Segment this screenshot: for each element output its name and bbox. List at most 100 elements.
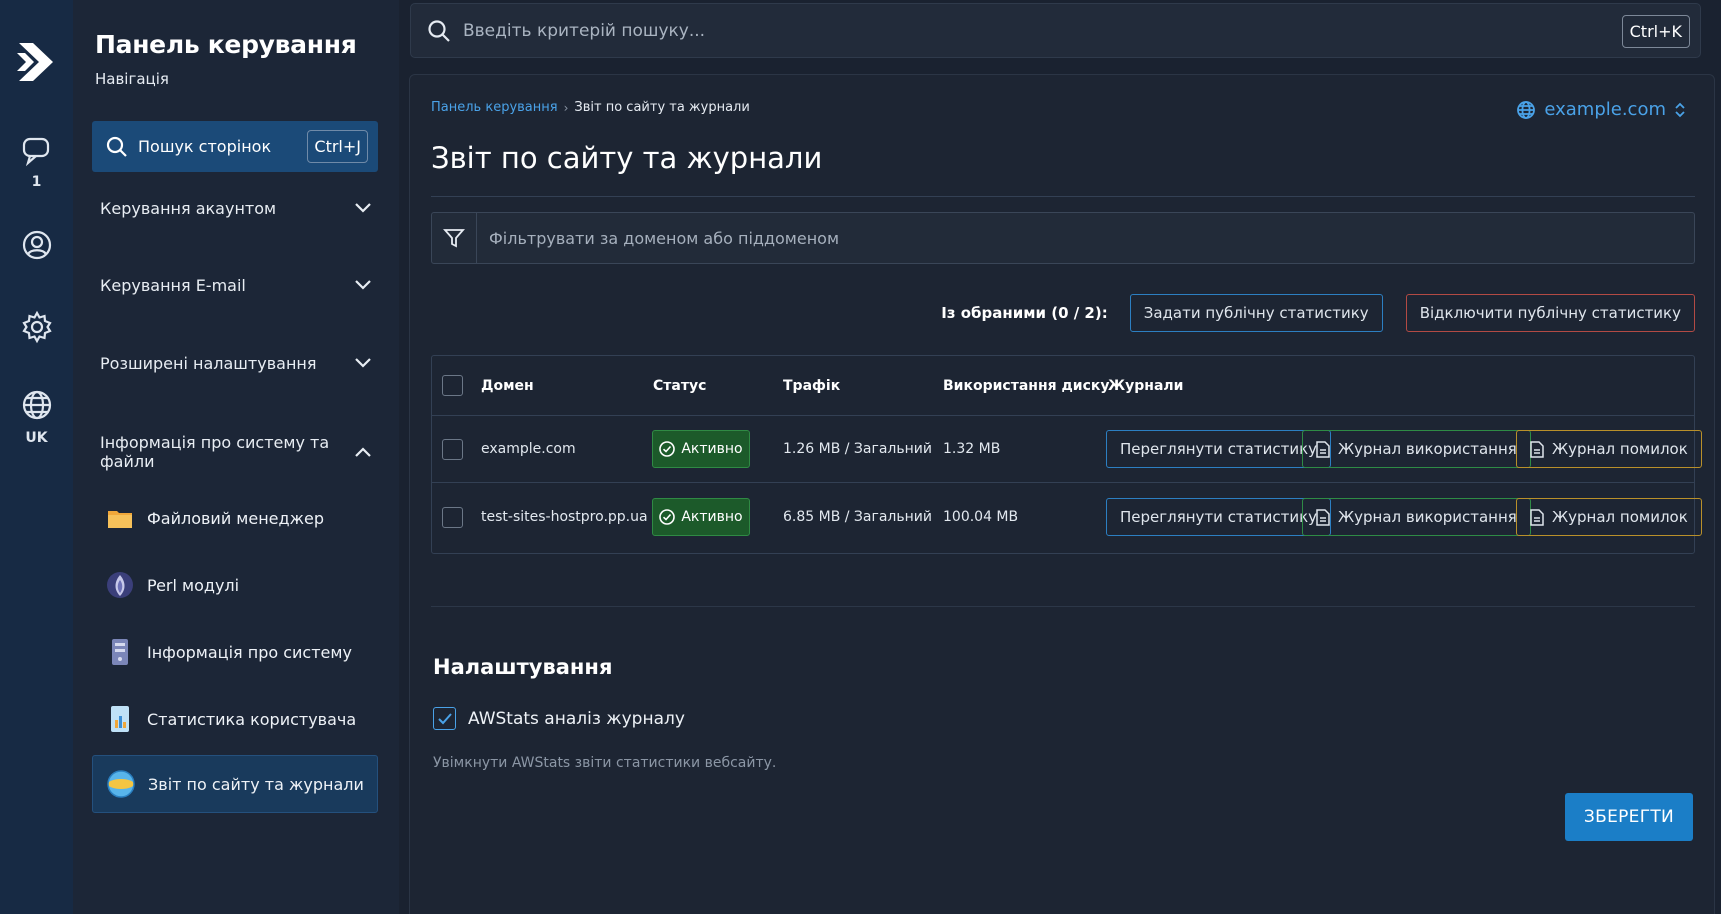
sidebar-group-label: Інформація про систему та файли [100, 433, 330, 471]
chevron-updown-icon [1674, 101, 1686, 119]
document-icon [1530, 508, 1544, 526]
app-logo-icon[interactable] [14, 32, 60, 92]
sidebar-item-label: Статистика користувача [147, 709, 357, 729]
messages-button[interactable]: 1 [20, 134, 54, 190]
document-icon [1316, 440, 1330, 458]
awstats-label: AWStats аналіз журналу [468, 708, 685, 729]
status-badge: Активно [652, 498, 750, 536]
sidebar-subtitle: Навігація [95, 70, 169, 88]
view-stats-button[interactable]: Переглянути статистику [1106, 498, 1332, 536]
usage-log-label: Журнал використання [1338, 508, 1517, 526]
messages-count: 1 [31, 174, 42, 190]
error-log-label: Журнал помилок [1552, 440, 1688, 458]
column-header-domain: Домен [481, 377, 534, 394]
sidebar-item-site-report[interactable]: Звіт по сайту та журнали [92, 755, 378, 813]
globe-icon [1516, 100, 1536, 120]
folder-icon [105, 503, 135, 533]
sidebar-group-advanced[interactable]: Розширені налаштування [100, 354, 372, 373]
perl-onion-icon [105, 570, 135, 600]
awstats-option: AWStats аналіз журналу [433, 707, 685, 730]
search-icon [427, 19, 451, 43]
domain-filter-placeholder: Фільтрувати за доменом або піддоменом [489, 228, 840, 248]
status-badge-label: Активно [681, 509, 743, 525]
profile-button[interactable] [20, 228, 54, 262]
row-disk-usage: 1.32 MB [943, 441, 1001, 457]
divider [431, 606, 1695, 607]
main-panel: Панель керування › Звіт по сайту та журн… [409, 74, 1715, 914]
set-public-stats-button[interactable]: Задати публічну статистику [1129, 294, 1383, 332]
error-log-button[interactable]: Журнал помилок [1516, 430, 1702, 468]
breadcrumb: Панель керування › Звіт по сайту та журн… [431, 100, 750, 115]
sidebar-group-account[interactable]: Керування акаунтом [100, 199, 372, 218]
sidebar: Панель керування Навігація Пошук сторіно… [73, 0, 399, 914]
chevron-down-icon [354, 276, 372, 295]
language-button[interactable]: UK [20, 388, 54, 446]
filter-icon [432, 213, 477, 263]
domain-selector-value: example.com [1544, 99, 1666, 120]
document-icon [1530, 440, 1544, 458]
error-log-button[interactable]: Журнал помилок [1516, 498, 1702, 536]
globe-icon [20, 388, 54, 422]
sidebar-group-label: Керування акаунтом [100, 199, 277, 218]
bulk-actions: Із обраними (0 / 2): Задати публічну ста… [941, 294, 1695, 332]
view-stats-button[interactable]: Переглянути статистику [1106, 430, 1332, 468]
stats-globe-icon [106, 769, 136, 799]
sidebar-item-system-info[interactable]: Інформація про систему [92, 623, 378, 681]
error-log-label: Журнал помилок [1552, 508, 1688, 526]
check-circle-icon [659, 441, 676, 457]
chevron-down-icon [354, 354, 372, 373]
sidebar-item-label: Файловий менеджер [147, 508, 324, 528]
sidebar-item-perl-modules[interactable]: Perl модулі [92, 556, 378, 614]
disable-public-stats-button[interactable]: Відключити публічну статистику [1405, 294, 1695, 332]
usage-log-button[interactable]: Журнал використання [1302, 498, 1531, 536]
page-search-shortcut: Ctrl+J [307, 130, 368, 163]
chevron-right-icon: › [563, 100, 569, 115]
usage-log-button[interactable]: Журнал використання [1302, 430, 1531, 468]
row-traffic: 6.85 MB / Загальний [783, 509, 932, 525]
global-search-input[interactable]: Введіть критерій пошуку... Ctrl+K [410, 3, 1701, 58]
checkmark-icon [437, 712, 453, 726]
global-search-shortcut: Ctrl+K [1621, 15, 1690, 48]
sidebar-item-label: Звіт по сайту та журнали [148, 774, 364, 794]
table-header-row: Домен Статус Трафік Використання диску Ж… [432, 356, 1694, 416]
domains-table: Домен Статус Трафік Використання диску Ж… [431, 355, 1702, 554]
search-icon [106, 136, 128, 158]
icon-rail: 1 UK [0, 0, 73, 914]
select-all-checkbox[interactable] [442, 375, 463, 396]
global-search-placeholder: Введіть критерій пошуку... [463, 20, 706, 41]
sidebar-group-email[interactable]: Керування E-mail [100, 276, 372, 295]
table-row: test-sites-hostpro.pp.ua Активно 6.85 MB… [432, 483, 1702, 551]
row-traffic: 1.26 MB / Загальний [783, 441, 932, 457]
settings-title: Налаштування [433, 655, 613, 679]
column-header-disk: Використання диску [943, 377, 1110, 394]
row-checkbox[interactable] [442, 438, 463, 460]
usage-log-label: Журнал використання [1338, 440, 1517, 458]
chevron-down-icon [354, 199, 372, 218]
sidebar-title: Панель керування [95, 30, 357, 59]
divider [431, 196, 1695, 197]
column-header-traffic: Трафік [783, 377, 841, 394]
sidebar-item-user-stats[interactable]: Статистика користувача [92, 690, 378, 748]
user-circle-icon [20, 228, 54, 262]
server-icon [105, 637, 135, 667]
sidebar-item-file-manager[interactable]: Файловий менеджер [92, 489, 378, 547]
awstats-checkbox[interactable] [433, 707, 456, 730]
sidebar-group-label: Керування E-mail [100, 276, 246, 295]
breadcrumb-root-link[interactable]: Панель керування [431, 100, 558, 115]
language-code: UK [25, 430, 48, 446]
chart-file-icon [105, 704, 135, 734]
page-search-button[interactable]: Пошук сторінок Ctrl+J [92, 121, 378, 172]
selection-count-label: Із обраними (0 / 2): [941, 304, 1108, 322]
save-button[interactable]: ЗБЕРЕГТИ [1565, 793, 1693, 841]
sidebar-group-system[interactable]: Інформація про систему та файли [100, 433, 372, 471]
sidebar-item-label: Інформація про систему [147, 642, 352, 662]
domain-selector[interactable]: example.com [1516, 99, 1686, 120]
row-checkbox[interactable] [442, 506, 463, 528]
table-row: example.com Активно 1.26 MB / Загальний … [432, 416, 1702, 483]
page-title: Звіт по сайту та журнали [431, 141, 823, 175]
row-disk-usage: 100.04 MB [943, 509, 1019, 525]
settings-button[interactable] [20, 310, 54, 344]
domain-filter-input[interactable]: Фільтрувати за доменом або піддоменом [431, 212, 1695, 264]
row-domain: test-sites-hostpro.pp.ua [481, 509, 648, 525]
status-badge: Активно [652, 430, 750, 468]
